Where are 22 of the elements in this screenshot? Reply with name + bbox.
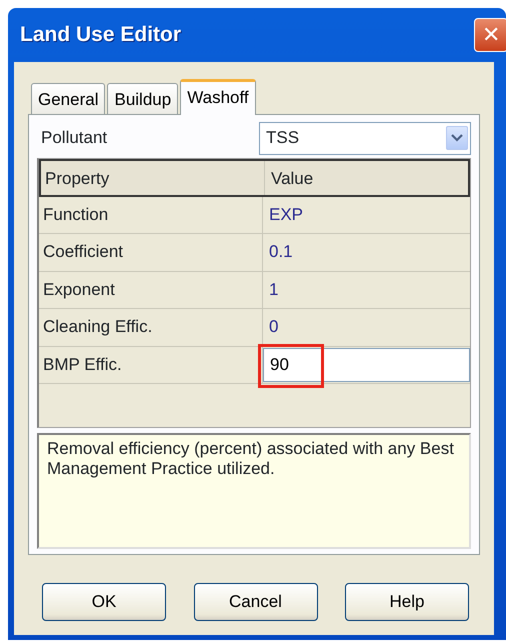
window-title: Land Use Editor: [20, 22, 182, 48]
value-cell: 0: [269, 317, 278, 336]
pollutant-label: Pollutant: [40, 127, 108, 150]
property-cell: Coefficient: [39, 234, 263, 270]
property-cell: Function: [39, 196, 263, 233]
property-cell: Exponent: [39, 272, 263, 308]
column-header: Value: [270, 168, 314, 190]
pollutant-dropdown[interactable]: TSS: [259, 122, 471, 154]
dialog-button[interactable]: Cancel: [194, 583, 318, 621]
tab[interactable]: General: [31, 83, 106, 114]
value-cell: EXP: [269, 204, 304, 224]
property-cell: Cleaning Effic.: [39, 309, 263, 346]
dialog-button[interactable]: OK: [42, 583, 166, 621]
value-cell: 1: [269, 280, 278, 298]
tab[interactable]: Buildup: [107, 83, 178, 114]
dialog-button[interactable]: Help: [345, 583, 469, 621]
value-cell: 0.1: [269, 242, 293, 261]
tab[interactable]: Washoff: [180, 79, 256, 115]
column-header: Property: [41, 161, 265, 194]
description-text: Removal efficiency (percent) associated with any Best Management Practice utilized.: [37, 433, 471, 549]
close-button[interactable]: ✕: [474, 18, 506, 52]
value-input-field[interactable]: 90: [263, 348, 470, 382]
